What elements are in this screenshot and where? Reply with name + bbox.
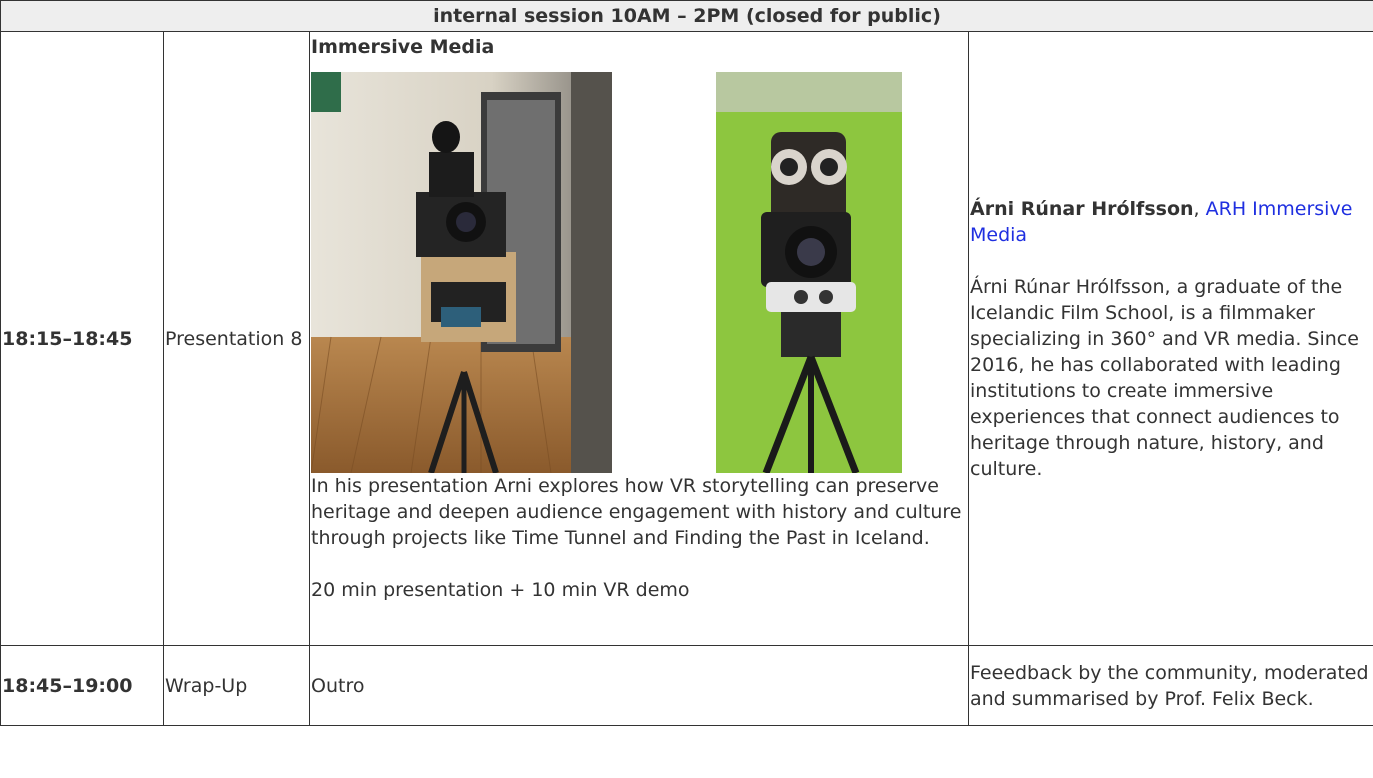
table-row: 18:45–19:00 Wrap-Up Outro Feeedback by t…: [0, 645, 1373, 726]
header-row: internal session 10AM – 2PM (closed for …: [0, 0, 1373, 32]
speaker-bio: Árni Rúnar Hrólfsson, a graduate of the …: [970, 275, 1359, 480]
presentation-title: Immersive Media: [311, 36, 495, 58]
time-cell: 18:15–18:45: [0, 31, 164, 646]
green-screen-camera-photo[interactable]: [716, 72, 902, 473]
camera-rig-photo[interactable]: [311, 72, 612, 473]
photo-gallery: [311, 72, 967, 473]
program-cell: Outro: [309, 645, 969, 726]
schedule-table: internal session 10AM – 2PM (closed for …: [0, 0, 1373, 726]
time-cell: 18:45–19:00: [0, 645, 164, 726]
session-header: internal session 10AM – 2PM (closed for …: [0, 0, 1373, 32]
program-cell: Immersive Media In his presentation Arni…: [309, 31, 969, 646]
speaker-name: Árni Rúnar Hrólfsson: [970, 197, 1194, 220]
speaker-cell: Árni Rúnar Hrólfsson, ARH Immersive Medi…: [968, 31, 1373, 646]
speaker-cell: Feeedback by the community, moderated an…: [968, 645, 1373, 726]
speaker-heading: Árni Rúnar Hrólfsson, ARH Immersive Medi…: [970, 196, 1372, 248]
type-cell: Wrap-Up: [163, 645, 310, 726]
type-cell: Presentation 8: [163, 31, 310, 646]
presentation-description: In his presentation Arni explores how VR…: [311, 475, 962, 549]
table-row: 18:15–18:45 Presentation 8 Immersive Med…: [0, 31, 1373, 646]
presentation-duration: 20 min presentation + 10 min VR demo: [311, 579, 690, 601]
speaker-separator: ,: [1193, 197, 1200, 220]
